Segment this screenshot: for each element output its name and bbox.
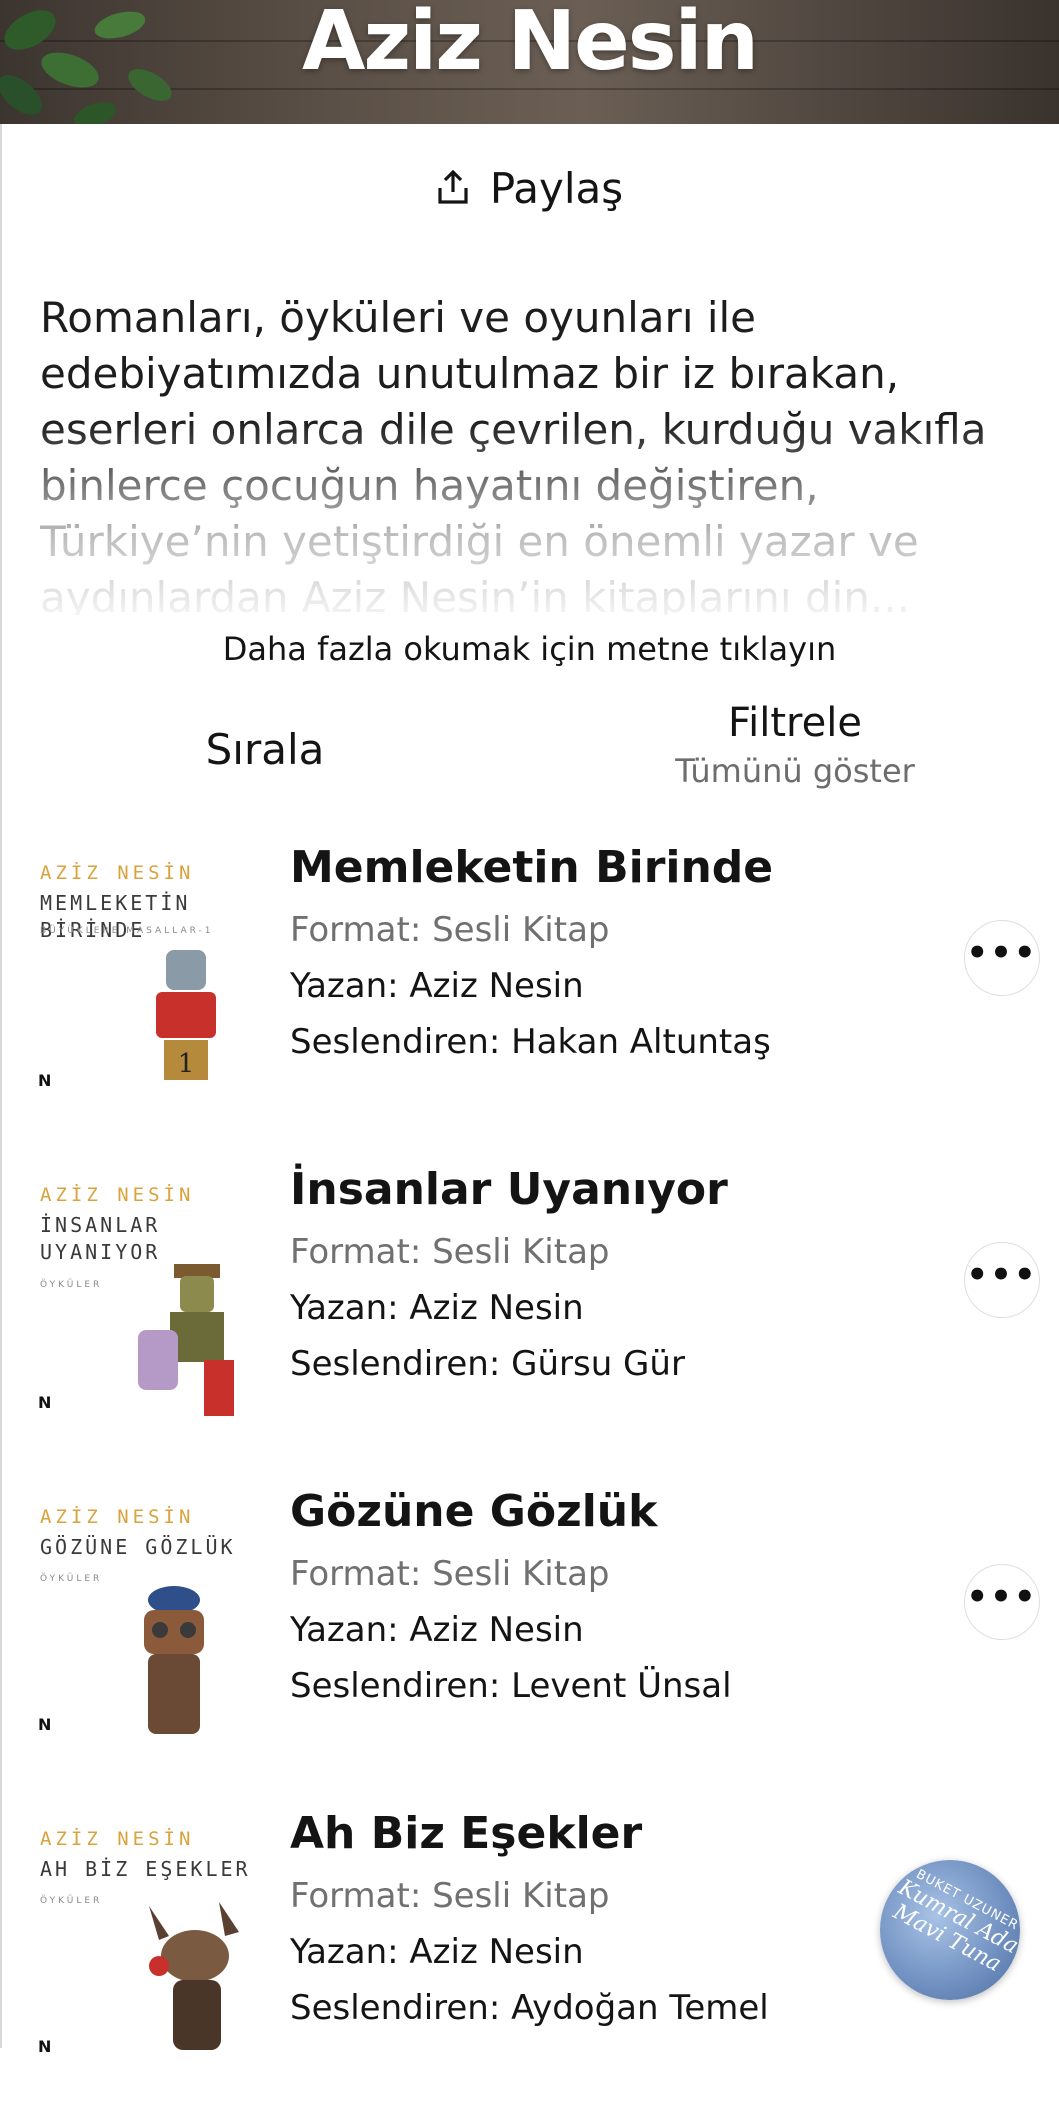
share-button[interactable]: Paylaş — [0, 160, 1059, 216]
more-options-button[interactable]: ••• — [964, 1564, 1040, 1640]
book-format: Format: Sesli Kitap — [290, 1232, 610, 1272]
cover-author: AZİZ NESİN — [40, 1828, 195, 1850]
book-cover[interactable]: AZİZ NESİN GÖZÜNE GÖZLÜK ÖYKÜLER N — [34, 1492, 264, 1752]
book-narrator: Seslendiren: Levent Ünsal — [290, 1666, 732, 1706]
book-info: Gözüne Gözlük Format: Sesli Kitap Yazan:… — [290, 1484, 930, 1714]
read-more-hint[interactable]: Daha fazla okumak için metne tıklayın — [0, 630, 1059, 668]
book-narrator: Seslendiren: Gürsu Gür — [290, 1344, 685, 1384]
cover-illustration — [144, 1586, 204, 1734]
book-list-item[interactable]: AZİZ NESİN İNSANLAR UYANIYOR ÖYKÜLER N İ… — [0, 1162, 1059, 1462]
cover-illustration — [138, 1264, 234, 1416]
book-list-item[interactable]: AZİZ NESİN MEMLEKETİN BİRİNDE BÜYÜKLERE … — [0, 840, 1059, 1140]
publisher-logo: N — [38, 1071, 52, 1090]
cover-title: İNSANLAR UYANIYOR — [40, 1213, 161, 1264]
mini-player-cover[interactable]: BUKET UZUNER Kumral Ada Mavi Tuna — [880, 1860, 1020, 2000]
book-narrator: Seslendiren: Aydoğan Temel — [290, 1988, 769, 2028]
book-author: Yazan: Aziz Nesin — [290, 966, 584, 1006]
book-cover[interactable]: AZİZ NESİN AH BİZ EŞEKLER ÖYKÜLER N — [34, 1814, 264, 2074]
cover-subtitle: ÖYKÜLER — [40, 1574, 103, 1584]
book-info: Ah Biz Eşekler Format: Sesli Kitap Yazan… — [290, 1806, 930, 2036]
filter-button[interactable]: Filtrele Tümünü göster — [640, 700, 950, 790]
svg-text:1: 1 — [178, 1049, 195, 1079]
book-format: Format: Sesli Kitap — [290, 910, 610, 950]
ellipsis-icon: ••• — [966, 1577, 1038, 1617]
book-format: Format: Sesli Kitap — [290, 1554, 610, 1594]
cover-author: AZİZ NESİN — [40, 862, 195, 884]
ellipsis-icon: ••• — [966, 933, 1038, 973]
publisher-logo: N — [38, 1393, 52, 1412]
book-cover[interactable]: AZİZ NESİN MEMLEKETİN BİRİNDE BÜYÜKLERE … — [34, 848, 264, 1108]
cover-illustration — [149, 1902, 239, 2050]
mini-player-cover-text: BUKET UZUNER Kumral Ada Mavi Tuna — [880, 1861, 1020, 1982]
more-options-button[interactable]: ••• — [964, 920, 1040, 996]
cover-title: AH BİZ EŞEKLER — [40, 1857, 251, 1881]
cover-author: AZİZ NESİN — [40, 1184, 195, 1206]
cover-subtitle: ÖYKÜLER — [40, 1896, 103, 1906]
book-title[interactable]: İnsanlar Uyanıyor — [290, 1162, 930, 1218]
publisher-logo: N — [38, 1715, 52, 1734]
book-info: İnsanlar Uyanıyor Format: Sesli Kitap Ya… — [290, 1162, 930, 1392]
publisher-logo: N — [38, 2037, 52, 2056]
cover-illustration: 1 — [156, 950, 216, 1080]
book-title[interactable]: Gözüne Gözlük — [290, 1484, 930, 1540]
cover-title: GÖZÜNE GÖZLÜK — [40, 1535, 236, 1559]
book-info: Memleketin Birinde Format: Sesli Kitap Y… — [290, 840, 930, 1070]
author-description-text: Romanları, öyküleri ve oyunları ile edeb… — [40, 293, 987, 615]
author-header-banner: Aziz Nesin — [0, 0, 1059, 124]
author-description[interactable]: Romanları, öyküleri ve oyunları ile edeb… — [40, 290, 1020, 615]
author-name-title: Aziz Nesin — [301, 0, 759, 89]
book-narrator: Seslendiren: Hakan Altuntaş — [290, 1022, 771, 1062]
cover-subtitle: ÖYKÜLER — [40, 1280, 103, 1290]
share-icon — [438, 170, 468, 204]
cover-subtitle: BÜYÜKLERE MASALLAR-1 — [40, 926, 214, 936]
book-title[interactable]: Ah Biz Eşekler — [290, 1806, 930, 1862]
share-label: Paylaş — [489, 163, 624, 213]
cover-author: AZİZ NESİN — [40, 1506, 195, 1528]
book-title[interactable]: Memleketin Birinde — [290, 840, 930, 896]
book-list-item[interactable]: AZİZ NESİN GÖZÜNE GÖZLÜK ÖYKÜLER N Gözün… — [0, 1484, 1059, 1784]
book-author: Yazan: Aziz Nesin — [290, 1288, 584, 1328]
more-options-button[interactable]: ••• — [964, 1242, 1040, 1318]
book-cover[interactable]: AZİZ NESİN İNSANLAR UYANIYOR ÖYKÜLER N — [34, 1170, 264, 1430]
book-author: Yazan: Aziz Nesin — [290, 1610, 584, 1650]
filter-label: Filtrele — [728, 700, 862, 746]
ellipsis-icon: ••• — [966, 1255, 1038, 1295]
sort-button[interactable]: Sırala — [190, 725, 340, 774]
book-author: Yazan: Aziz Nesin — [290, 1932, 584, 1972]
filter-value: Tümünü göster — [675, 752, 915, 790]
book-format: Format: Sesli Kitap — [290, 1876, 610, 1916]
